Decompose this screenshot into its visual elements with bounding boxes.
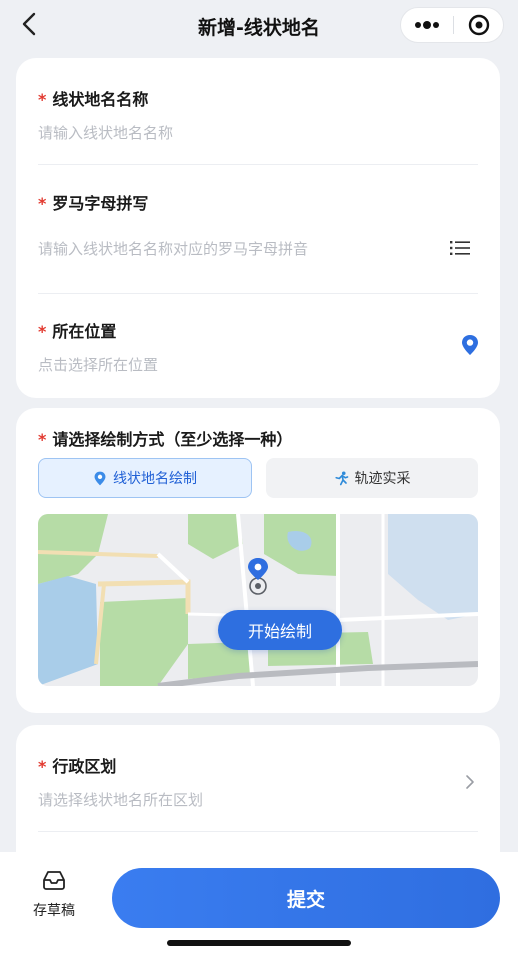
location-pin-icon[interactable] [460,334,480,356]
location-label-text: 所在位置 [52,322,117,341]
submit-button[interactable]: 提交 [112,868,500,928]
save-draft-label: 存草稿 [33,903,75,919]
runner-icon [334,470,348,485]
name-input[interactable]: 请输入线状地名名称 [38,122,173,143]
location-input[interactable]: 点击选择所在位置 [38,354,158,375]
required-mark: * [38,194,47,213]
divider [38,831,478,832]
district-select[interactable]: 请选择线状地名所在区划 [38,789,203,810]
inbox-tray-icon [43,871,65,890]
divider [38,293,478,294]
draw-method-label-text: 请选择绘制方式（至少选择一种） [52,430,293,449]
chevron-right-icon[interactable] [464,773,476,791]
draw-method-card: * 请选择绘制方式（至少选择一种） 线状地名绘制 轨迹实采 开始绘制 [16,408,500,713]
roman-input[interactable]: 请输入线状地名名称对应的罗马字母拼音 [38,238,308,259]
more-dots-icon[interactable] [401,8,453,42]
district-label-text: 行政区划 [52,757,117,776]
target-icon[interactable] [454,8,504,42]
track-collect-option[interactable]: 轨迹实采 [266,458,478,498]
roman-label-text: 罗马字母拼写 [52,194,149,213]
basic-info-card: * 线状地名名称 请输入线状地名名称 * 罗马字母拼写 请输入线状地名名称对应的罗马… [16,58,500,398]
line-draw-option[interactable]: 线状地名绘制 [38,458,252,498]
name-label-text: 线状地名名称 [52,90,149,109]
list-icon[interactable] [450,240,470,256]
required-mark: * [38,430,47,449]
track-collect-option-label: 轨迹实采 [354,471,411,487]
required-mark: * [38,757,47,776]
name-label: * 线状地名名称 [38,86,148,110]
location-label: * 所在位置 [38,318,116,342]
map-preview[interactable]: 开始绘制 [38,514,478,686]
nav-bar: 新增-线状地名 [0,0,518,52]
mini-program-capsule [400,7,504,43]
map-image [38,514,478,686]
draw-method-label: * 请选择绘制方式（至少选择一种） [38,426,292,450]
home-indicator [167,940,351,946]
required-mark: * [38,90,47,109]
required-mark: * [38,322,47,341]
start-draw-button[interactable]: 开始绘制 [218,610,342,650]
bottom-action-bar: 存草稿 提交 [0,852,518,955]
location-pin-icon [94,471,106,485]
roman-label: * 罗马字母拼写 [38,190,148,214]
district-label: * 行政区划 [38,753,116,777]
line-draw-option-label: 线状地名绘制 [113,471,197,487]
save-draft-button[interactable]: 存草稿 [26,870,82,930]
divider [38,164,478,165]
